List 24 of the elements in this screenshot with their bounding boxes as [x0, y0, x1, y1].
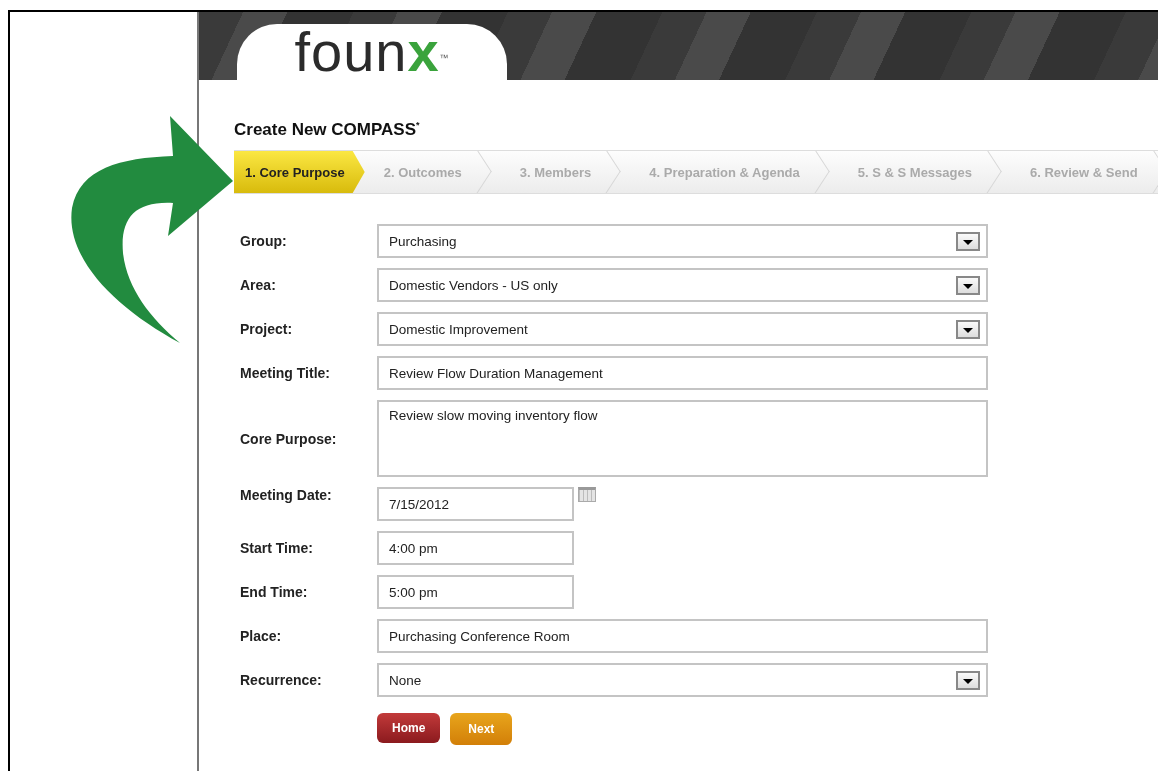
input-field[interactable]: Purchasing Conference Room — [377, 619, 988, 653]
home-button[interactable]: Home — [377, 713, 441, 743]
field-label: Core Purpose: — [240, 430, 338, 447]
text-area[interactable]: Review slow moving inventory flow — [377, 400, 988, 477]
field-label: Place: — [240, 628, 283, 644]
field-label: Group: — [240, 233, 288, 249]
field-label: End Time: — [240, 584, 309, 600]
field-label: Area: — [240, 277, 277, 293]
field-label: Start Time: — [240, 540, 314, 556]
logo: founx$^{™}$ — [294, 24, 450, 80]
field-label: Meeting Date: — [240, 487, 333, 503]
field-label: Recurrence: — [240, 672, 323, 688]
field-label: Project: — [240, 321, 294, 337]
dropdown-field[interactable]: Domestic Vendors - US only — [377, 268, 988, 302]
date-field[interactable]: 7/15/2012 — [377, 487, 574, 521]
input-field[interactable]: 5:00 pm — [377, 575, 574, 609]
input-field[interactable]: Review Flow Duration Management — [377, 356, 988, 390]
dropdown-field[interactable]: Purchasing — [377, 224, 988, 258]
page-title: Create New COMPASS$^{*}$ — [234, 120, 421, 140]
dropdown-field[interactable]: Domestic Improvement — [377, 312, 988, 346]
field-label: Meeting Title: — [240, 365, 331, 381]
input-field[interactable]: 4:00 pm — [377, 531, 574, 565]
step-tab[interactable]: 1. Core Purpose — [234, 151, 365, 193]
dropdown-field[interactable]: None — [377, 663, 988, 697]
